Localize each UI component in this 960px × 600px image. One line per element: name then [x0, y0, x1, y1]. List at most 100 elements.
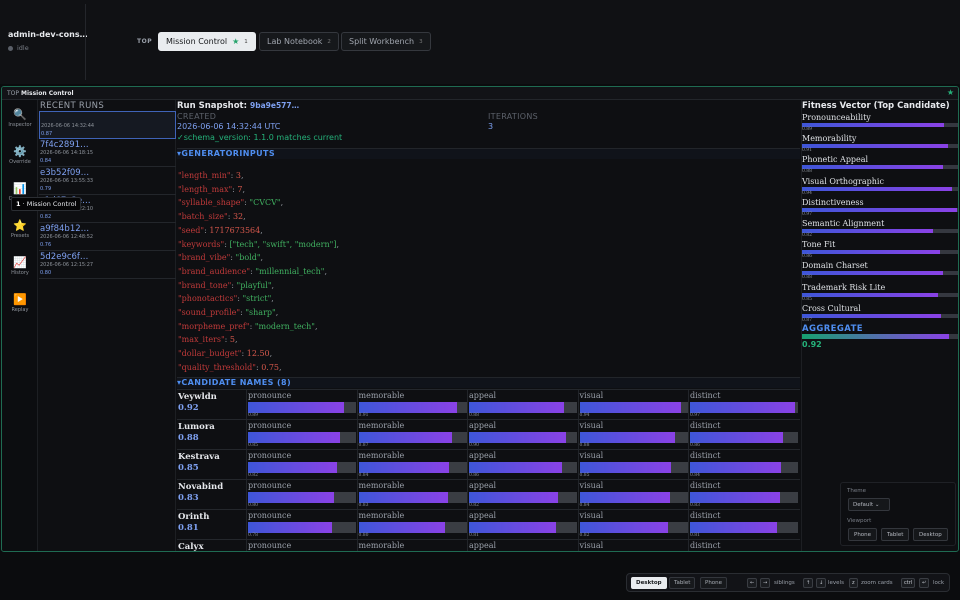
- run-item[interactable]: 2026-06-06 14:32:44 0.87: [39, 111, 176, 139]
- bottom-viewport-phone[interactable]: Phone: [700, 577, 728, 589]
- candidate-row[interactable]: Orinth 0.81 pronounce 0.78 memorable 0.80 appe…: [177, 509, 800, 539]
- fitness-item: Cross Cultural 0.87: [802, 304, 958, 325]
- tab-lab-notebook[interactable]: Lab Notebook 2: [259, 32, 339, 51]
- fitness-bar: [802, 165, 943, 170]
- fitness-track: [802, 207, 958, 212]
- bottom-bar: Desktop Tablet Phone ← → siblings ↑ ↓ le…: [626, 573, 950, 592]
- fitness-bar: [802, 271, 943, 276]
- metric-label: visual: [579, 391, 604, 400]
- candidate-row[interactable]: Veywldn 0.92 pronounce 0.89 memorable 0.91 app…: [177, 389, 800, 419]
- viewport-label: Viewport: [847, 518, 872, 524]
- comma: ,: [243, 212, 246, 222]
- input-row: "dollar_budget": 12.50,: [178, 349, 272, 358]
- rail-item-presets[interactable]: ⭐ Presets: [2, 219, 38, 239]
- input-row: "max_iters": 5,: [178, 335, 238, 344]
- key-right: →: [760, 578, 771, 588]
- metric-label: appeal: [469, 541, 497, 550]
- run-snapshot-view: Run Snapshot: 9ba9e577… CREATED 2026-06-…: [177, 100, 800, 551]
- metric-value: 0.80: [248, 503, 259, 508]
- rail-item-label: Override: [9, 159, 31, 165]
- input-key: "brand_tone": [178, 280, 232, 290]
- tab-mission-control[interactable]: Mission Control ★ 1: [158, 32, 256, 51]
- snapshot-id[interactable]: 9ba9e577…: [250, 101, 299, 110]
- comma: ,: [336, 239, 339, 249]
- key-up: ↑: [803, 578, 814, 588]
- metric-track: [579, 462, 688, 473]
- rail-item-label: Inspector: [8, 122, 32, 128]
- candidate-row[interactable]: Calyx0.79pronounce0.76memorable0.78appea…: [177, 539, 800, 551]
- rail-item-inspector[interactable]: 🔍 Inspector: [2, 108, 38, 128]
- candidate-names-header[interactable]: ▾CANDIDATE NAMES (8): [177, 377, 800, 388]
- bottom-viewport-tablet[interactable]: Tablet: [669, 577, 696, 589]
- input-row: "syllable_shape": "CVCV",: [178, 198, 283, 207]
- metric-bar: [358, 522, 445, 533]
- metric-label: visual: [579, 451, 604, 460]
- candidate-score: 0.88: [178, 433, 199, 443]
- snapshot-header: Run Snapshot: 9ba9e577… CREATED 2026-06-…: [177, 100, 800, 148]
- rail-item-replay[interactable]: ▶️ Replay: [2, 293, 38, 313]
- metric-value: 0.87: [358, 443, 369, 448]
- iterations-value: 3: [488, 122, 494, 131]
- key-enter: ↵: [919, 578, 930, 588]
- tab-split-workbench[interactable]: Split Workbench 3: [341, 32, 431, 51]
- workspace-info[interactable]: admin-dev-cons… idle: [8, 30, 88, 52]
- fitness-item: Distinctiveness 0.97: [802, 197, 958, 219]
- viewport-desktop-button[interactable]: Desktop: [913, 528, 948, 541]
- candidate-row[interactable]: Lumora 0.88 pronounce 0.85 memorable 0.87 appe…: [177, 419, 800, 449]
- metric-cell: appeal 0.90: [467, 420, 577, 449]
- created-value: 2026-06-06 14:32:44 UTC: [177, 122, 281, 131]
- candidate-row[interactable]: Novabind 0.83 pronounce 0.80 memorable 0.83 ap…: [177, 479, 800, 509]
- metric-track: [579, 522, 688, 533]
- input-key: "morpheme_pref": [178, 321, 250, 331]
- metric-bar: [248, 522, 333, 533]
- metric-track: [579, 402, 688, 413]
- candidate-name: Orinth: [178, 512, 210, 522]
- metric-label: distinct: [690, 391, 721, 400]
- comma: ,: [240, 171, 244, 180]
- metric-cell: appeal 0.86: [467, 450, 577, 479]
- metric-track: [690, 462, 798, 473]
- viewport-tablet-button[interactable]: Tablet: [881, 528, 910, 541]
- key-left: ←: [747, 578, 758, 588]
- input-value: 32: [232, 212, 244, 222]
- fitness-item: Visual Orthographic 0.94: [802, 177, 958, 198]
- rail-item-override[interactable]: ⚙️ Override: [2, 145, 38, 165]
- aggregate-label: AGGREGATE: [802, 324, 863, 334]
- comma: ,: [279, 362, 282, 372]
- run-item[interactable]: e3b52f09… 2026-06-06 13:55:33 0.79: [39, 167, 176, 195]
- metric-cell: memorable0.78: [356, 540, 467, 551]
- fitness-label: Distinctiveness: [802, 197, 864, 207]
- run-timestamp: 2026-06-06 14:32:44: [41, 123, 95, 129]
- theme-viewport-panel: Theme Default ⌄ Viewport Phone Tablet De…: [840, 482, 956, 546]
- generator-inputs-header[interactable]: ▾GENERATORINPUTS: [177, 148, 800, 159]
- tab-number: 1: [244, 38, 248, 45]
- fitness-track: [802, 123, 958, 127]
- run-item[interactable]: 5d2e9c6f… 2026-06-06 12:15:27 0.80: [39, 251, 176, 279]
- candidate-name: Veywldn: [178, 392, 217, 402]
- metric-track: [248, 462, 356, 473]
- metric-label: distinct: [690, 511, 721, 520]
- input-row: "seed": 1717673564,: [178, 226, 263, 235]
- input-value: 0.75: [261, 362, 279, 372]
- metric-bar: [358, 462, 450, 473]
- star-icon[interactable]: ★: [947, 88, 954, 97]
- bottom-viewport-desktop[interactable]: Desktop: [631, 577, 667, 589]
- metric-value: 0.85: [579, 473, 590, 478]
- metric-track: [690, 432, 798, 443]
- metric-bar: [690, 432, 783, 443]
- comma: ,: [315, 321, 318, 331]
- fitness-track: [802, 313, 958, 318]
- theme-select[interactable]: Default ⌄: [848, 498, 890, 511]
- tab-label: Split Workbench: [349, 37, 415, 46]
- panel-header: TOP Mission Control ★: [2, 87, 958, 100]
- fitness-item: Domain Charset 0.88: [802, 261, 958, 282]
- rail-item-history[interactable]: 📈 History: [2, 256, 38, 276]
- viewport-phone-button[interactable]: Phone: [848, 528, 878, 541]
- run-item[interactable]: a9f84b12… 2026-06-06 12:48:52 0.76: [39, 223, 176, 251]
- fitness-label: Domain Charset: [802, 261, 868, 271]
- metric-bar: [579, 432, 675, 443]
- aggregate-value: 0.92: [802, 340, 822, 349]
- run-timestamp: 2026-06-06 14:18:15: [40, 150, 94, 156]
- run-item[interactable]: 7f4c2891… 2026-06-06 14:18:15 0.84: [39, 139, 176, 167]
- candidate-row[interactable]: Kestrava 0.85 pronounce 0.82 memorable 0.84 ap…: [177, 449, 800, 479]
